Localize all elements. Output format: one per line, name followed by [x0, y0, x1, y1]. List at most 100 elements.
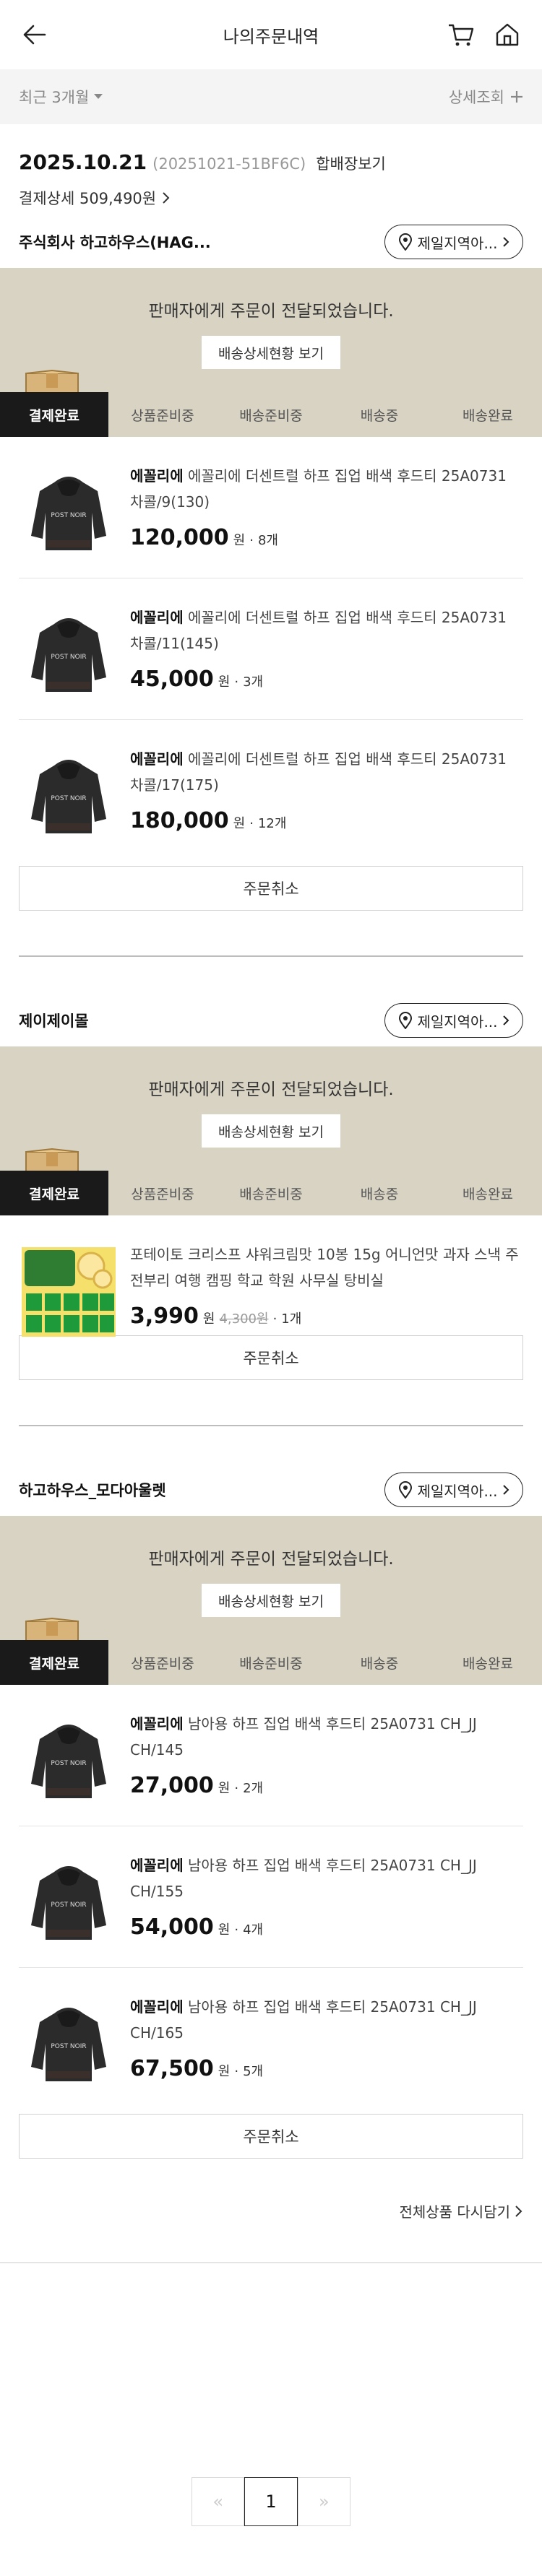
- chevron-right-icon: [502, 1485, 509, 1495]
- cancel-order-button[interactable]: 주문취소: [19, 866, 523, 911]
- seller-name: 주식회사 하고하우스(HAG...: [19, 234, 211, 251]
- product-info: 에꼴리에 남아용 하프 집업 배색 후드티 25A0731 CH_JJ CH/1…: [130, 1852, 523, 1967]
- status-step: 배송준비중: [239, 407, 303, 424]
- product-info: 에꼴리에 남아용 하프 집업 배색 후드티 25A0731 CH_JJ CH/1…: [130, 1994, 523, 2109]
- period-label: 최근 3개월: [19, 89, 90, 106]
- order-item[interactable]: POST NOIR 에꼴리에 에꼴리에 더센트럴 하프 집업 배색 후드티 25…: [19, 720, 523, 862]
- cancel-order-button[interactable]: 주문취소: [19, 2114, 523, 2159]
- product-title: 에꼴리에 더센트럴 하프 집업 배색 후드티 25A0731 차콜/11(145…: [130, 609, 507, 652]
- reorder-all-button[interactable]: 전체상품 다시담기: [0, 2200, 542, 2221]
- order-status-banner: 판매자에게 주문이 전달되었습니다. 배송상세현황 보기 결제완료 상품준비중 배송…: [0, 1516, 542, 1685]
- status-steps: 결제완료 상품준비중 배송준비중 배송중 배송완료: [0, 1640, 542, 1685]
- status-step: 상품준비중: [131, 1186, 194, 1202]
- currency-unit: 원: [218, 2064, 231, 2079]
- product-brand: 에꼴리에: [130, 609, 184, 626]
- status-message: 판매자에게 주문이 전달되었습니다.: [148, 1080, 394, 1099]
- svg-text:POST NOIR: POST NOIR: [51, 1760, 86, 1767]
- payment-detail-link[interactable]: 결제상세 509,490원: [19, 187, 523, 209]
- detail-search-button[interactable]: 상세조회: [449, 86, 523, 108]
- region-button[interactable]: 제일지역아...: [384, 225, 523, 259]
- product-name: 에꼴리에 남아용 하프 집업 배색 후드티 25A0731 CH_JJ CH/1…: [130, 1994, 523, 2046]
- cart-icon[interactable]: [447, 20, 476, 49]
- dot-separator: ·: [272, 1311, 278, 1327]
- price-row: 180,000 원 · 12개: [130, 808, 523, 833]
- section-divider: [19, 1425, 523, 1426]
- view-shipping-status-button[interactable]: 배송상세현황 보기: [202, 1584, 340, 1617]
- order-number: (20251021-51BF6C): [152, 155, 306, 173]
- prev-page-button[interactable]: «: [192, 2477, 245, 2526]
- product-price: 54,000: [130, 1914, 214, 1940]
- next-page-button[interactable]: »: [297, 2477, 350, 2526]
- product-name: 에꼴리에 남아용 하프 집업 배색 후드티 25A0731 CH_JJ CH/1…: [130, 1852, 523, 1904]
- product-info: 에꼴리에 남아용 하프 집업 배색 후드티 25A0731 CH_JJ CH/1…: [130, 1711, 523, 1826]
- order-item[interactable]: POST NOIR 에꼴리에 남아용 하프 집업 배색 후드티 25A0731 …: [19, 1685, 523, 1826]
- product-brand: 에꼴리에: [130, 1715, 184, 1732]
- order-status-banner: 판매자에게 주문이 전달되었습니다. 배송상세현황 보기 결제완료 상품준비중 배송…: [0, 268, 542, 437]
- product-info: 에꼴리에 에꼴리에 더센트럴 하프 집업 배색 후드티 25A0731 차콜/1…: [130, 746, 523, 862]
- product-thumbnail: POST NOIR: [19, 746, 119, 846]
- product-name: 에꼴리에 남아용 하프 집업 배색 후드티 25A0731 CH_JJ CH/1…: [130, 1711, 523, 1763]
- status-step: 결제완료: [0, 1640, 108, 1685]
- dot-separator: ·: [249, 533, 254, 548]
- product-title: 에꼴리에 더센트럴 하프 집업 배색 후드티 25A0731 차콜/9(130): [130, 467, 507, 511]
- view-shipping-status-button[interactable]: 배송상세현황 보기: [202, 336, 340, 369]
- status-step: 배송완료: [463, 1186, 513, 1202]
- currency-unit: 원: [218, 675, 231, 690]
- back-arrow-icon[interactable]: [20, 20, 49, 49]
- product-price: 120,000: [130, 525, 229, 550]
- svg-text:POST NOIR: POST NOIR: [51, 2043, 86, 2050]
- region-button[interactable]: 제일지역아...: [384, 1003, 523, 1038]
- page-title: 나의주문내역: [223, 26, 319, 47]
- section-divider: [0, 2262, 542, 2263]
- region-button[interactable]: 제일지역아...: [384, 1473, 523, 1507]
- status-step: 배송중: [360, 407, 399, 424]
- dot-separator: ·: [234, 675, 239, 690]
- product-name: 포테이토 크리스프 샤워크림맛 10봉 15g 어니언맛 과자 스낵 주전부리 …: [130, 1241, 523, 1293]
- product-brand: 에꼴리에: [130, 750, 184, 768]
- product-thumbnail: POST NOIR: [19, 1711, 119, 1810]
- order-item[interactable]: POST NOIR 에꼴리에 에꼴리에 더센트럴 하프 집업 배색 후드티 25…: [19, 578, 523, 720]
- order-item[interactable]: 포테이토 크리스프 샤워크림맛 10봉 15g 어니언맛 과자 스낵 주전부리 …: [19, 1215, 523, 1337]
- currency-unit: 원: [233, 533, 246, 548]
- payment-detail-label: 결제상세 509,490원: [19, 190, 157, 207]
- status-message: 판매자에게 주문이 전달되었습니다.: [148, 1550, 394, 1569]
- product-price: 180,000: [130, 808, 229, 833]
- combined-shipping-link[interactable]: 합배장보기: [316, 152, 386, 174]
- product-title: 포테이토 크리스프 샤워크림맛 10봉 15g 어니언맛 과자 스낵 주전부리 …: [130, 1246, 519, 1289]
- status-steps: 결제완료 상품준비중 배송준비중 배송중 배송완료: [0, 1171, 542, 1215]
- product-info: 포테이토 크리스프 샤워크림맛 10봉 15g 어니언맛 과자 스낵 주전부리 …: [130, 1241, 523, 1331]
- region-label: 제일지역아...: [417, 234, 498, 252]
- status-step: 배송준비중: [239, 1186, 303, 1202]
- product-quantity: 4개: [243, 1922, 264, 1938]
- product-quantity: 5개: [243, 2064, 264, 2079]
- dot-separator: ·: [234, 1922, 239, 1938]
- dot-separator: ·: [234, 1781, 239, 1796]
- status-step: 배송완료: [463, 407, 513, 424]
- chevron-right-icon: [515, 2205, 522, 2217]
- order-status-banner: 판매자에게 주문이 전달되었습니다. 배송상세현황 보기 결제완료 상품준비중 배송…: [0, 1046, 542, 1215]
- period-select[interactable]: 최근 3개월: [19, 86, 103, 108]
- seller-header: 제이제이몰 제일지역아...: [0, 994, 542, 1046]
- page-1-button[interactable]: 1: [244, 2477, 298, 2526]
- currency-unit: 원: [233, 816, 246, 831]
- section-divider: [19, 955, 523, 957]
- product-brand: 에꼴리에: [130, 467, 184, 485]
- product-quantity: 1개: [281, 1311, 302, 1327]
- status-step: 결제완료: [0, 1171, 108, 1215]
- price-row: 45,000 원 · 3개: [130, 667, 523, 692]
- status-step: 배송준비중: [239, 1655, 303, 1672]
- order-item[interactable]: POST NOIR 에꼴리에 에꼴리에 더센트럴 하프 집업 배색 후드티 25…: [19, 437, 523, 578]
- order-item[interactable]: POST NOIR 에꼴리에 남아용 하프 집업 배색 후드티 25A0731 …: [19, 1826, 523, 1968]
- currency-unit: 원: [202, 1311, 215, 1327]
- seller-section: 주식회사 하고하우스(HAG... 제일지역아... 판매자에게 주문이 전달되…: [0, 216, 542, 957]
- product-title: 에꼴리에 더센트럴 하프 집업 배색 후드티 25A0731 차콜/17(175…: [130, 750, 507, 794]
- view-shipping-status-button[interactable]: 배송상세현황 보기: [202, 1114, 340, 1148]
- chevron-right-icon: [502, 237, 509, 247]
- location-pin-icon: [399, 233, 413, 251]
- order-item[interactable]: POST NOIR 에꼴리에 남아용 하프 집업 배색 후드티 25A0731 …: [19, 1968, 523, 2109]
- home-icon[interactable]: [493, 20, 522, 49]
- product-info: 에꼴리에 에꼴리에 더센트럴 하프 집업 배색 후드티 25A0731 차콜/9…: [130, 463, 523, 578]
- currency-unit: 원: [218, 1781, 231, 1796]
- product-brand: 에꼴리에: [130, 1998, 184, 2016]
- cancel-order-button[interactable]: 주문취소: [19, 1335, 523, 1380]
